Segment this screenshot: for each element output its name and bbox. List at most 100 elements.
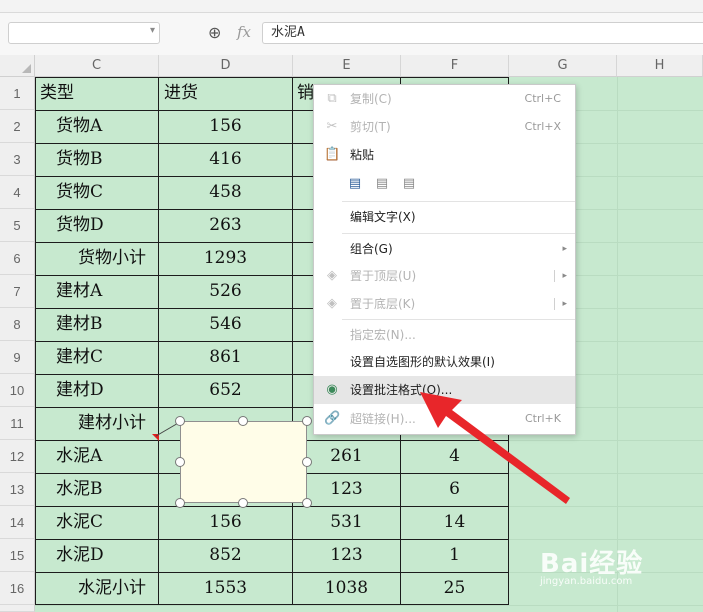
cell-purchase[interactable]: 1293: [159, 242, 292, 275]
row-header-15[interactable]: 15: [0, 539, 35, 572]
row-header-3[interactable]: 3: [0, 143, 35, 176]
fx-icon[interactable]: fx: [237, 23, 251, 41]
cell-purchase[interactable]: 546: [159, 308, 292, 341]
chevron-down-icon[interactable]: ▾: [150, 25, 155, 36]
cell-purchase[interactable]: 852: [159, 539, 292, 572]
menu-item-copy[interactable]: ⧉ 复制(C) Ctrl+C: [314, 85, 575, 113]
resize-handle[interactable]: [175, 498, 185, 508]
cell-sales[interactable]: 1038: [293, 572, 400, 605]
cell-type[interactable]: 建材D: [56, 374, 156, 407]
resize-handle[interactable]: [175, 457, 185, 467]
cell-type[interactable]: 水泥小计: [78, 572, 158, 605]
cell-stock[interactable]: 1: [401, 539, 508, 572]
row-header-16[interactable]: 16: [0, 572, 35, 605]
comment-box[interactable]: [180, 421, 307, 503]
paste-text-icon[interactable]: ▤: [402, 176, 416, 192]
menu-item-label: 复制(C): [350, 92, 392, 106]
cell-type[interactable]: 水泥D: [56, 539, 156, 572]
cell-purchase[interactable]: 861: [159, 341, 292, 374]
resize-handle[interactable]: [302, 498, 312, 508]
cell-c1[interactable]: 类型: [40, 77, 155, 110]
row-header-6[interactable]: 6: [0, 242, 35, 275]
column-header-d[interactable]: D: [159, 55, 293, 77]
column-header-c[interactable]: C: [35, 55, 159, 77]
row-header-9[interactable]: 9: [0, 341, 35, 374]
menu-item-edit-text[interactable]: 编辑文字(X): [314, 203, 575, 231]
menu-item-bring-front[interactable]: ◈ 置于顶层(U) ▸: [314, 262, 575, 290]
select-all-corner[interactable]: [0, 55, 35, 77]
column-header-f[interactable]: F: [401, 55, 509, 77]
row-header-7[interactable]: 7: [0, 275, 35, 308]
column-header-e[interactable]: E: [293, 55, 401, 77]
zoom-icon[interactable]: ⊕: [208, 23, 221, 42]
menu-item-group[interactable]: 组合(G) ▸: [314, 235, 575, 263]
row-header-1[interactable]: 1: [0, 77, 35, 110]
cell-stock[interactable]: 25: [401, 572, 508, 605]
menu-item-cut[interactable]: ✂ 剪切(T) Ctrl+X: [314, 113, 575, 141]
cell-d1[interactable]: 进货: [164, 77, 289, 110]
resize-handle[interactable]: [175, 416, 185, 426]
row-header-11[interactable]: 11: [0, 407, 35, 440]
layers-up-icon: ◈: [327, 268, 337, 283]
menu-item-set-default-effect[interactable]: 设置自选图形的默认效果(I): [314, 348, 575, 376]
name-box[interactable]: ▾: [8, 22, 160, 44]
row-header-5[interactable]: 5: [0, 209, 35, 242]
annotation-arrow: [420, 392, 570, 504]
chevron-right-icon[interactable]: ▸: [562, 290, 567, 318]
menu-item-paste[interactable]: 📋 粘贴: [314, 141, 575, 169]
cell-type[interactable]: 水泥A: [56, 440, 156, 473]
split-divider: [554, 298, 555, 310]
watermark-brand: Bai经验: [540, 549, 644, 579]
resize-handle[interactable]: [238, 416, 248, 426]
paste-values-icon[interactable]: ▤: [375, 176, 389, 192]
cell-purchase[interactable]: 416: [159, 143, 292, 176]
cell-type[interactable]: 货物D: [56, 209, 156, 242]
cell-purchase[interactable]: 526: [159, 275, 292, 308]
cell-type[interactable]: 水泥C: [56, 506, 156, 539]
cell-type[interactable]: 货物B: [56, 143, 156, 176]
chevron-right-icon: ▸: [562, 244, 567, 254]
menu-item-label: 剪切(T): [350, 120, 391, 134]
cell-type[interactable]: 建材A: [56, 275, 156, 308]
row-header-12[interactable]: 12: [0, 440, 35, 473]
menu-item-label: 设置自选图形的默认效果(I): [350, 355, 495, 369]
cell-purchase[interactable]: 156: [159, 110, 292, 143]
menu-item-assign-macro[interactable]: 指定宏(N)...: [314, 321, 575, 349]
row-header-10[interactable]: 10: [0, 374, 35, 407]
column-header-h[interactable]: H: [617, 55, 703, 77]
cell-purchase[interactable]: 1553: [159, 572, 292, 605]
resize-handle[interactable]: [238, 498, 248, 508]
layers-down-icon: ◈: [327, 296, 337, 311]
row-header-4[interactable]: 4: [0, 176, 35, 209]
cell-purchase[interactable]: 263: [159, 209, 292, 242]
scissors-icon: ✂: [326, 119, 338, 134]
cell-type[interactable]: 建材小计: [78, 407, 158, 440]
resize-handle[interactable]: [302, 457, 312, 467]
link-icon: 🔗: [324, 411, 341, 426]
menu-item-send-back[interactable]: ◈ 置于底层(K) ▸: [314, 290, 575, 318]
row-header-17[interactable]: [0, 605, 35, 612]
cell-type[interactable]: 水泥B: [56, 473, 156, 506]
row-header-2[interactable]: 2: [0, 110, 35, 143]
menu-item-label: 粘贴: [350, 148, 375, 162]
row-header-14[interactable]: 14: [0, 506, 35, 539]
cell-type[interactable]: 货物C: [56, 176, 156, 209]
cell-type[interactable]: 建材B: [56, 308, 156, 341]
row-header-8[interactable]: 8: [0, 308, 35, 341]
column-header-g[interactable]: G: [509, 55, 617, 77]
copy-icon: ⧉: [327, 91, 337, 106]
resize-handle[interactable]: [302, 416, 312, 426]
cell-type[interactable]: 货物A: [56, 110, 156, 143]
chevron-right-icon[interactable]: ▸: [562, 262, 567, 290]
cell-sales[interactable]: 123: [293, 539, 400, 572]
cell-purchase[interactable]: 458: [159, 176, 292, 209]
formula-bar: ▾ ⊕ fx 水泥A: [0, 13, 703, 56]
cell-type[interactable]: 货物小计: [78, 242, 158, 275]
row-header-13[interactable]: 13: [0, 473, 35, 506]
paste-keep-format-icon[interactable]: ▤: [348, 176, 362, 192]
formula-input[interactable]: 水泥A: [262, 22, 703, 44]
cell-purchase[interactable]: 652: [159, 374, 292, 407]
cell-sales[interactable]: 531: [293, 506, 400, 539]
cell-type[interactable]: 建材C: [56, 341, 156, 374]
cell-purchase[interactable]: 156: [159, 506, 292, 539]
